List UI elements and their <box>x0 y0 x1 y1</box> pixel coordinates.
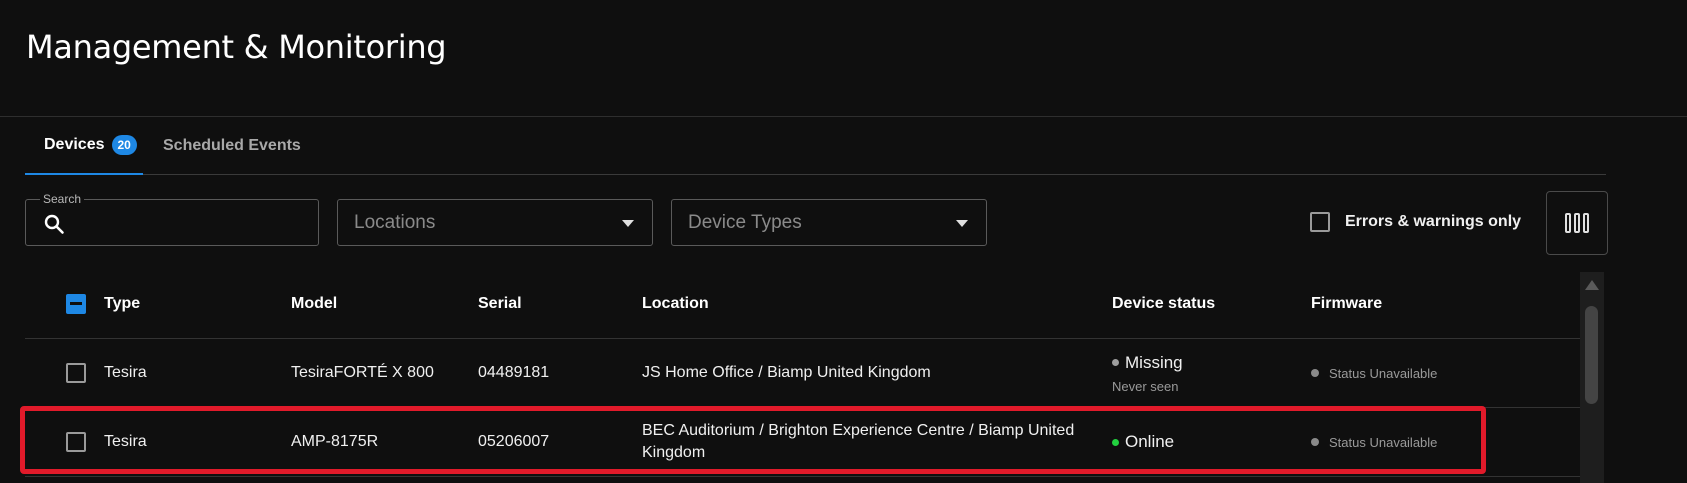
column-header-device-status[interactable]: Device status <box>1112 270 1215 338</box>
page-title: Management & Monitoring <box>26 28 447 66</box>
cell-serial: 04489181 <box>478 364 550 381</box>
chevron-down-icon <box>956 220 968 227</box>
locations-placeholder: Locations <box>354 211 436 233</box>
cell-device-status: Online <box>1112 408 1174 476</box>
device-types-placeholder: Device Types <box>688 211 802 233</box>
errors-warnings-toggle[interactable]: Errors & warnings only <box>1310 212 1521 232</box>
table-header-row: Type Model Serial Location Device status… <box>25 270 1580 339</box>
status-text: Missing <box>1125 352 1183 372</box>
cell-device-status: Missing Never seen <box>1112 339 1183 407</box>
column-header-location[interactable]: Location <box>642 270 1082 338</box>
tab-devices[interactable]: Devices 20 <box>25 117 143 175</box>
errors-warnings-checkbox[interactable] <box>1310 212 1330 232</box>
columns-icon <box>1564 213 1591 233</box>
cell-serial: 05206007 <box>478 433 550 450</box>
tab-bar: Devices 20 Scheduled Events <box>25 117 1606 175</box>
cell-location: JS Home Office / Biamp United Kingdom <box>642 364 931 381</box>
scrollbar-thumb[interactable] <box>1585 306 1598 404</box>
column-settings-button[interactable] <box>1546 191 1608 255</box>
firmware-text: Status Unavailable <box>1329 365 1438 381</box>
cell-firmware: Status Unavailable <box>1311 339 1437 407</box>
cell-type: Tesira <box>104 364 147 381</box>
search-icon <box>44 214 64 234</box>
device-count-badge: 20 <box>111 135 137 155</box>
table-row[interactable]: Tesira TesiraFORTÉ X 800 04489181 JS Hom… <box>25 339 1580 408</box>
row-checkbox[interactable] <box>66 363 86 383</box>
search-input[interactable] <box>72 208 308 238</box>
scroll-up-icon[interactable] <box>1585 280 1599 290</box>
tab-scheduled-events[interactable]: Scheduled Events <box>163 117 301 174</box>
column-header-model[interactable]: Model <box>291 270 337 338</box>
cell-location: BEC Auditorium / Brighton Experience Cen… <box>642 422 1075 461</box>
chevron-down-icon <box>622 220 634 227</box>
firmware-dot-icon <box>1311 369 1319 377</box>
column-header-type[interactable]: Type <box>104 270 140 338</box>
search-field[interactable]: Search <box>25 192 319 246</box>
locations-select[interactable]: Locations <box>337 199 653 246</box>
status-dot-icon <box>1112 438 1119 446</box>
firmware-dot-icon <box>1311 438 1319 446</box>
status-detail: Never seen <box>1112 378 1179 394</box>
cell-model: TesiraFORTÉ X 800 <box>291 364 434 381</box>
column-header-firmware[interactable]: Firmware <box>1311 270 1382 338</box>
search-label: Search <box>40 192 85 206</box>
cell-type: Tesira <box>104 433 147 450</box>
column-header-serial[interactable]: Serial <box>478 270 522 338</box>
errors-warnings-label: Errors & warnings only <box>1345 213 1522 230</box>
table-scrollbar[interactable] <box>1580 272 1604 483</box>
cell-model: AMP-8175R <box>291 433 379 450</box>
firmware-text: Status Unavailable <box>1329 434 1438 450</box>
table-row[interactable]: Tesira AMP-8175R 05206007 BEC Auditorium… <box>25 408 1580 477</box>
select-all-checkbox[interactable] <box>66 294 86 314</box>
row-checkbox[interactable] <box>66 432 86 452</box>
status-dot-icon <box>1112 359 1119 366</box>
status-text: Online <box>1125 432 1175 451</box>
device-types-select[interactable]: Device Types <box>671 199 987 246</box>
tab-devices-label: Devices <box>44 136 105 153</box>
cell-firmware: Status Unavailable <box>1311 408 1437 476</box>
tab-scheduled-events-label: Scheduled Events <box>163 136 301 154</box>
